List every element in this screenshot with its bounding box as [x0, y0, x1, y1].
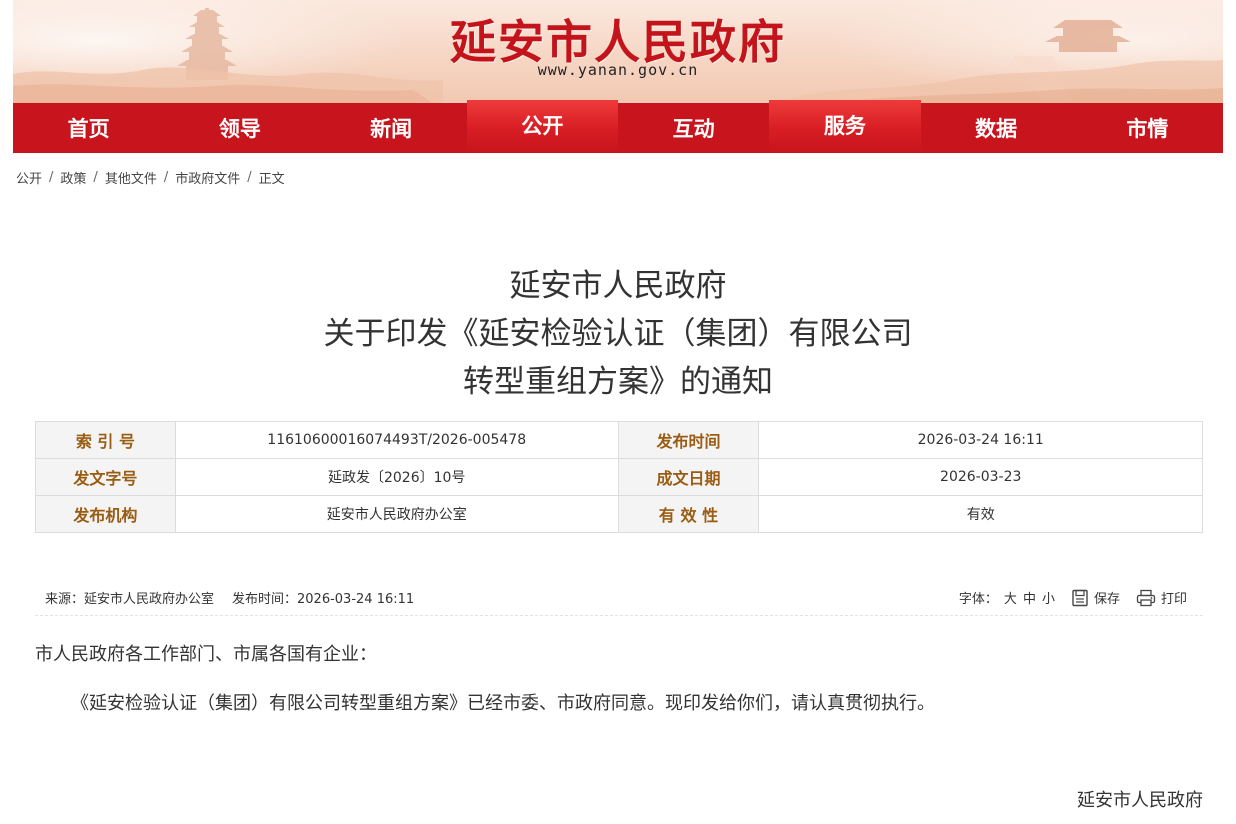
nav-item-services[interactable]: 服务 — [769, 100, 921, 153]
publish-time-value: 2026-03-24 16:11 — [758, 421, 1203, 459]
nav-item-home[interactable]: 首页 — [13, 103, 164, 153]
article-tools: 字体： 大 中 小 保存 打印 — [959, 588, 1203, 607]
issuing-agency-label: 发布机构 — [35, 495, 176, 533]
main-nav: 首页 领导 新闻 公开 互动 服务 数据 市情 — [13, 100, 1223, 153]
font-size-large[interactable]: 大 — [1004, 588, 1017, 607]
breadcrumb-separator: / — [93, 170, 98, 185]
site-url: www.yanan.gov.cn — [537, 61, 699, 79]
validity-label: 有 效 性 — [617, 495, 760, 533]
index-number-label: 索 引 号 — [35, 421, 176, 459]
font-size-switcher: 字体： 大 中 小 — [959, 588, 1055, 607]
article-signature: 延安市人民政府 — [1077, 790, 1203, 811]
nav-item-interaction[interactable]: 互动 — [618, 103, 769, 153]
document-title-line: 转型重组方案》的通知 — [463, 364, 773, 400]
document-title: 延安市人民政府 关于印发《延安检验认证（集团）有限公司 转型重组方案》的通知 — [0, 262, 1236, 406]
issuing-agency-value: 延安市人民政府办公室 — [174, 495, 619, 533]
save-icon — [1071, 589, 1089, 607]
document-info-table: 索 引 号 11610600016074493T/2026-005478 发布时… — [35, 421, 1203, 533]
nav-item-open[interactable]: 公开 — [466, 100, 618, 153]
font-size-medium[interactable]: 中 — [1023, 588, 1036, 607]
nav-item-data[interactable]: 数据 — [921, 103, 1072, 153]
table-row: 索 引 号 11610600016074493T/2026-005478 发布时… — [35, 421, 1203, 459]
breadcrumb: 公开 / 政策 / 其他文件 / 市政府文件 / 正文 — [16, 168, 285, 187]
source-text: 来源：延安市人民政府办公室 — [45, 592, 215, 607]
nav-item-city-info[interactable]: 市情 — [1072, 103, 1223, 153]
publish-time-label: 发布时间 — [617, 421, 760, 459]
save-button[interactable]: 保存 — [1071, 588, 1120, 607]
breadcrumb-separator: / — [247, 170, 252, 185]
font-size-label: 字体： — [958, 592, 998, 607]
breadcrumb-item-open[interactable]: 公开 — [16, 168, 42, 187]
breadcrumb-separator: / — [49, 170, 54, 185]
printer-icon — [1136, 589, 1156, 607]
article-body: 市人民政府各工作部门、市属各国有企业： 《延安检验认证（集团）有限公司转型重组方… — [35, 640, 1203, 719]
breadcrumb-item-other-docs[interactable]: 其他文件 — [105, 168, 157, 187]
article-meta-bar: 来源：延安市人民政府办公室 发布时间：2026-03-24 16:11 字体： … — [35, 580, 1203, 616]
breadcrumb-separator: / — [163, 170, 169, 185]
print-label: 打印 — [1160, 592, 1187, 607]
document-title-line: 延安市人民政府 — [509, 268, 727, 304]
index-number-value: 11610600016074493T/2026-005478 — [174, 421, 619, 459]
written-date-value: 2026-03-23 — [758, 458, 1203, 496]
breadcrumb-item-city-gov-docs[interactable]: 市政府文件 — [175, 168, 240, 187]
document-number-label: 发文字号 — [35, 458, 176, 496]
font-size-small[interactable]: 小 — [1042, 588, 1055, 607]
validity-value: 有效 — [758, 495, 1203, 533]
save-label: 保存 — [1093, 592, 1120, 607]
breadcrumb-item-policy[interactable]: 政策 — [60, 168, 86, 187]
site-header-banner: 延安市人民政府 www.yanan.gov.cn — [13, 0, 1223, 103]
article-meta-info: 来源：延安市人民政府办公室 发布时间：2026-03-24 16:11 — [35, 588, 414, 607]
article-salutation: 市人民政府各工作部门、市属各国有企业： — [35, 644, 377, 665]
nav-item-news[interactable]: 新闻 — [316, 103, 467, 153]
breadcrumb-item-current: 正文 — [258, 172, 285, 187]
table-row: 发文字号 延政发〔2026〕10号 成文日期 2026-03-23 — [35, 458, 1203, 496]
nav-item-leaders[interactable]: 领导 — [164, 103, 315, 153]
publish-time-text: 发布时间：2026-03-24 16:11 — [232, 592, 415, 607]
article-paragraph: 《延安检验认证（集团）有限公司转型重组方案》已经市委、市政府同意。现印发给你们，… — [71, 693, 935, 714]
document-number-value: 延政发〔2026〕10号 — [174, 458, 619, 496]
print-button[interactable]: 打印 — [1136, 588, 1187, 607]
document-title-line: 关于印发《延安检验认证（集团）有限公司 — [323, 316, 913, 352]
table-row: 发布机构 延安市人民政府办公室 有 效 性 有效 — [35, 495, 1203, 533]
written-date-label: 成文日期 — [617, 458, 760, 496]
